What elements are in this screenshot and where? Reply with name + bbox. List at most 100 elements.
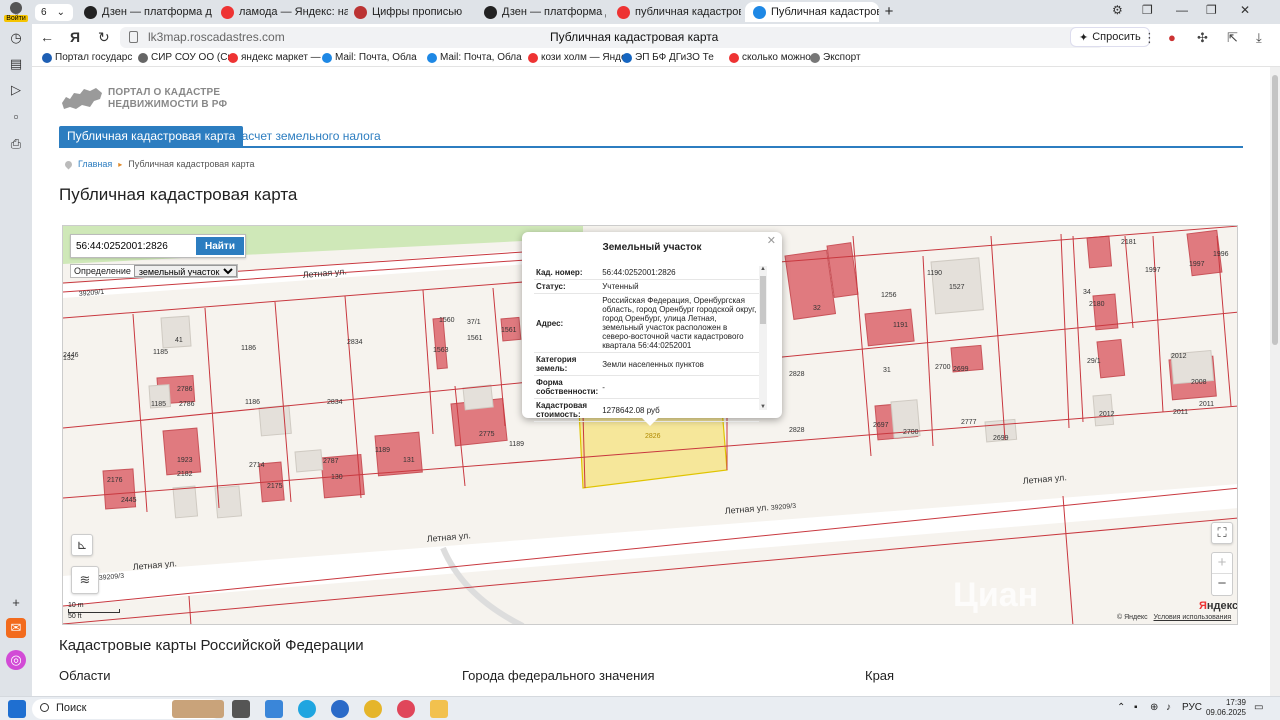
parcel-number-label: 2176 [107, 477, 123, 484]
close-window-icon[interactable]: ✕ [1240, 3, 1250, 17]
minimize-icon[interactable]: — [1176, 3, 1188, 17]
maximize-icon[interactable]: ❐ [1206, 3, 1217, 17]
history-icon[interactable]: ◷ [6, 28, 26, 48]
fullscreen-icon[interactable]: ⛶ [1211, 522, 1233, 544]
building[interactable] [432, 317, 448, 370]
search-input[interactable] [76, 238, 194, 254]
find-button[interactable]: Найти [196, 237, 244, 255]
back-icon[interactable]: ← [40, 29, 54, 45]
tab[interactable]: публичная кадастровая к [609, 2, 741, 22]
layers-icon[interactable]: ≋ [71, 566, 99, 594]
counter-icon[interactable]: ▫ [6, 106, 26, 126]
breadcrumb-current: Публичная кадастровая карта [128, 159, 255, 169]
parcel-number-label: 2699 [993, 435, 1009, 442]
explorer-icon[interactable] [430, 700, 448, 718]
chevron-down-icon: ⌄ [56, 7, 65, 18]
building[interactable] [1086, 235, 1113, 269]
clock[interactable]: 17:39 09.06.2025 [1198, 698, 1246, 718]
notes-icon[interactable]: ▤ [6, 54, 26, 74]
scroll-down-icon[interactable]: ▼ [760, 404, 766, 410]
volume-icon[interactable]: ♪ [1166, 702, 1171, 713]
site-logo[interactable]: ПОРТАЛ О КАДАСТРЕ НЕДВИЖИМОСТИ В РФ [60, 85, 240, 117]
breadcrumb-home[interactable]: Главная [78, 159, 112, 169]
favicon-icon [753, 5, 766, 19]
collections-icon[interactable]: ❐ [1142, 3, 1153, 17]
add-icon[interactable]: + [6, 592, 26, 612]
terms-link[interactable]: Условия использования [1154, 614, 1232, 621]
extension-icon[interactable]: ● [1168, 30, 1176, 45]
weather-widget-icon[interactable] [172, 700, 224, 718]
definition-select[interactable]: земельный участок [133, 265, 237, 277]
share-icon[interactable]: ⇱ [1227, 30, 1238, 46]
parcel-number-label: 2826 [645, 433, 661, 440]
alice-icon[interactable]: ◎ [6, 650, 26, 670]
bookmark-favicon-icon [322, 52, 332, 63]
scroll-thumb[interactable] [1272, 75, 1278, 345]
network-icon[interactable]: ⊕ [1150, 702, 1158, 713]
building[interactable] [1096, 338, 1126, 379]
cadastral-map[interactable]: Летная ул. Летная ул. Летная ул. Летная ул.… [62, 225, 1238, 625]
new-tab-button[interactable]: + [880, 4, 898, 22]
tray-chevron-icon[interactable]: ⌃ [1117, 702, 1125, 713]
camera-icon[interactable]: ⎙ [6, 134, 26, 154]
ruler-icon[interactable]: ⊾ [71, 534, 93, 556]
zoom-in-button[interactable]: + [1212, 553, 1232, 574]
tab-counter[interactable]: 6 ⌄ [35, 4, 73, 21]
settings-icon[interactable]: ⚙ [1112, 3, 1123, 17]
parcel-number-label: 1561 [467, 335, 483, 342]
menu-item-cadastral-map[interactable]: Публичная кадастровая карта [59, 126, 244, 146]
bookmark-item[interactable]: Mail: Почта, Обла [322, 52, 417, 63]
parcel-number-label: 131 [403, 457, 415, 464]
parcel-number-label: 1190 [927, 270, 942, 277]
tab-label: Дзен — платформа для п [502, 6, 606, 18]
popup-scrollbar[interactable]: ▲ ▼ [759, 266, 767, 410]
tab[interactable]: ламода — Яндекс: нашёл [213, 2, 348, 22]
parcel-number-label: 2834 [327, 399, 343, 406]
close-icon[interactable]: ✕ [767, 234, 776, 247]
yandex-browser-icon[interactable] [397, 700, 415, 718]
avatar [10, 2, 22, 14]
tab[interactable]: Дзен — платформа для п [76, 2, 212, 22]
ask-button[interactable]: ✦ Спросить [1070, 27, 1150, 47]
more-icon[interactable]: ⋮ [1143, 30, 1156, 46]
russia-map-icon [62, 88, 102, 109]
task-view-icon[interactable] [232, 700, 250, 718]
page-scrollbar[interactable] [1270, 67, 1280, 696]
bookmark-favicon-icon [528, 52, 538, 63]
ie-icon[interactable] [331, 700, 349, 718]
bookmark-item[interactable]: Mail: Почта, Обла [427, 52, 522, 63]
edge-icon[interactable] [298, 700, 316, 718]
mail-icon[interactable]: ✉ [6, 618, 26, 638]
bookmark-item[interactable]: СИР СОУ ОО (Си [138, 52, 233, 63]
profile-button[interactable]: Войти [4, 2, 28, 24]
url-field[interactable]: lk3map.roscadastres.com Публичная кадаст… [120, 27, 1141, 48]
tab[interactable]: Дзен — платформа для п [476, 2, 606, 22]
zoom-out-button[interactable]: − [1212, 574, 1232, 595]
tray-app-icon[interactable]: ▪ [1134, 702, 1138, 713]
scroll-thumb[interactable] [760, 276, 766, 324]
chrome-icon[interactable] [364, 700, 382, 718]
bookmark-item[interactable]: ЭП БФ ДГиЗО Те [622, 52, 714, 63]
row-key: Форма собственности: [534, 375, 601, 399]
bookmark-item[interactable]: кози холм — Янде [528, 52, 627, 63]
tab[interactable]: Цифры прописью [346, 2, 476, 22]
parcel-number-label: 1256 [881, 292, 897, 299]
yandex-icon[interactable]: Я [70, 29, 80, 45]
logo-line-2: НЕДВИЖИМОСТИ В РФ [108, 99, 228, 110]
bookmark-item[interactable]: яндекс маркет — [228, 52, 321, 63]
bookmark-item[interactable]: Экспорт [810, 52, 861, 63]
windows-start-icon[interactable] [8, 700, 26, 718]
notifications-icon[interactable]: ▭ [1254, 702, 1263, 713]
store-icon[interactable] [265, 700, 283, 718]
tab[interactable]: Публичная кадастровая✕ [745, 2, 879, 22]
bookmark-item[interactable]: сколько можно с [729, 52, 819, 63]
download-icon[interactable]: ⤓ [1256, 30, 1262, 46]
building[interactable] [162, 427, 202, 476]
play-icon[interactable]: ▷ [6, 80, 26, 100]
menu-item-land-tax[interactable]: Расчет земельного налога [234, 129, 381, 143]
building[interactable] [374, 431, 423, 477]
scroll-up-icon[interactable]: ▲ [760, 266, 766, 272]
reload-icon[interactable]: ↻ [98, 29, 110, 46]
bookmark-item[interactable]: Портал государс [42, 52, 132, 63]
puzzle-icon[interactable]: ✣ [1197, 30, 1208, 46]
